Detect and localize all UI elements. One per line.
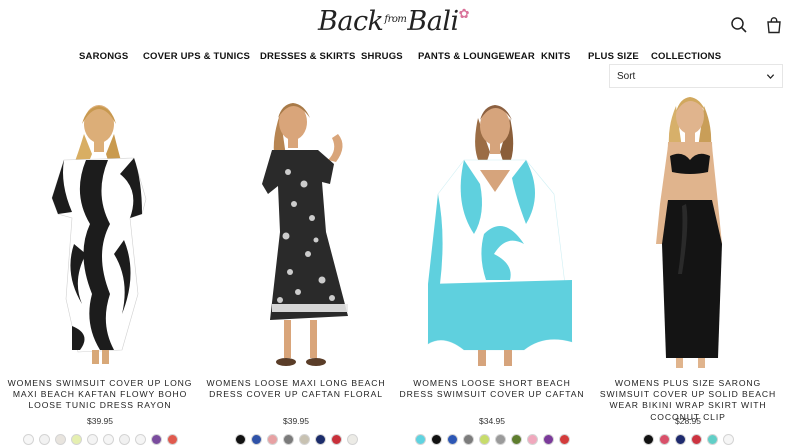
color-swatch[interactable] — [250, 434, 262, 445]
color-swatch[interactable] — [118, 434, 130, 445]
nav-pants[interactable]: PANTS & LOUNGEWEAR — [418, 51, 535, 62]
product-title[interactable]: WOMENS LOOSE MAXI LONG BEACH DRESS COVER… — [200, 378, 392, 400]
color-swatches — [198, 434, 394, 446]
product-card[interactable]: WOMENS SWIMSUIT COVER UP LONG MAXI BEACH… — [2, 94, 198, 446]
logo-text-bali: Bali — [407, 6, 459, 37]
nav-knits[interactable]: KNITS — [541, 51, 571, 62]
sort-label: Sort — [617, 71, 636, 82]
product-price: $28.95 — [675, 416, 701, 426]
color-swatch[interactable] — [542, 434, 554, 445]
color-swatch[interactable] — [494, 434, 506, 445]
product-card[interactable]: WOMENS LOOSE MAXI LONG BEACH DRESS COVER… — [198, 94, 394, 446]
color-swatch[interactable] — [22, 434, 34, 445]
color-swatch[interactable] — [658, 434, 670, 445]
search-icon[interactable] — [730, 16, 748, 34]
nav-collections[interactable]: COLLECTIONS — [651, 51, 721, 62]
color-swatch[interactable] — [38, 434, 50, 445]
nav-plus-size[interactable]: PLUS SIZE — [588, 51, 639, 62]
logo-text-from: from — [384, 14, 407, 25]
brand-logo[interactable]: BackfromBali✿ — [318, 6, 470, 37]
nav-cover-ups[interactable]: COVER UPS & TUNICS — [143, 51, 250, 62]
product-title[interactable]: WOMENS SWIMSUIT COVER UP LONG MAXI BEACH… — [4, 378, 196, 412]
color-swatch[interactable] — [526, 434, 538, 445]
product-image[interactable] — [590, 94, 786, 372]
flower-icon: ✿ — [458, 7, 470, 22]
color-swatch[interactable] — [446, 434, 458, 445]
product-image[interactable] — [2, 94, 198, 372]
color-swatch[interactable] — [266, 434, 278, 445]
color-swatch[interactable] — [314, 434, 326, 445]
color-swatch[interactable] — [462, 434, 474, 445]
color-swatch[interactable] — [86, 434, 98, 445]
product-price: $34.95 — [479, 416, 505, 426]
color-swatch[interactable] — [478, 434, 490, 445]
sort-select[interactable]: Sort — [609, 64, 783, 88]
color-swatch[interactable] — [414, 434, 426, 445]
color-swatch[interactable] — [102, 434, 114, 445]
color-swatch[interactable] — [674, 434, 686, 445]
product-price: $39.95 — [87, 416, 113, 426]
color-swatch[interactable] — [298, 434, 310, 445]
color-swatch[interactable] — [150, 434, 162, 445]
color-swatch[interactable] — [134, 434, 146, 445]
color-swatches — [394, 434, 590, 446]
product-card[interactable]: WOMENS PLUS SIZE SARONG SWIMSUIT COVER U… — [590, 94, 786, 446]
product-price: $39.95 — [283, 416, 309, 426]
site-header: BackfromBali✿ — [0, 0, 787, 48]
nav-sarongs[interactable]: SARONGS — [79, 51, 128, 62]
color-swatch[interactable] — [330, 434, 342, 445]
product-card[interactable]: WOMENS LOOSE SHORT BEACH DRESS SWIMSUIT … — [394, 94, 590, 446]
color-swatch[interactable] — [346, 434, 358, 445]
product-image[interactable] — [394, 94, 590, 372]
cart-icon[interactable] — [765, 16, 783, 34]
color-swatch[interactable] — [234, 434, 246, 445]
color-swatch[interactable] — [282, 434, 294, 445]
color-swatch[interactable] — [558, 434, 570, 445]
color-swatch[interactable] — [166, 434, 178, 445]
color-swatches — [2, 434, 198, 446]
color-swatch[interactable] — [690, 434, 702, 445]
color-swatch[interactable] — [70, 434, 82, 445]
color-swatches — [590, 434, 786, 446]
logo-text-back: Back — [318, 6, 384, 37]
chevron-down-icon — [766, 74, 775, 80]
nav-dresses-skirts[interactable]: DRESSES & SKIRTS — [260, 51, 356, 62]
color-swatch[interactable] — [722, 434, 734, 445]
color-swatch[interactable] — [430, 434, 442, 445]
nav-shrugs[interactable]: SHRUGS — [361, 51, 403, 62]
color-swatch[interactable] — [706, 434, 718, 445]
color-swatch[interactable] — [510, 434, 522, 445]
product-title[interactable]: WOMENS LOOSE SHORT BEACH DRESS SWIMSUIT … — [396, 378, 588, 400]
color-swatch[interactable] — [54, 434, 66, 445]
product-image[interactable] — [198, 94, 394, 372]
color-swatch[interactable] — [642, 434, 654, 445]
